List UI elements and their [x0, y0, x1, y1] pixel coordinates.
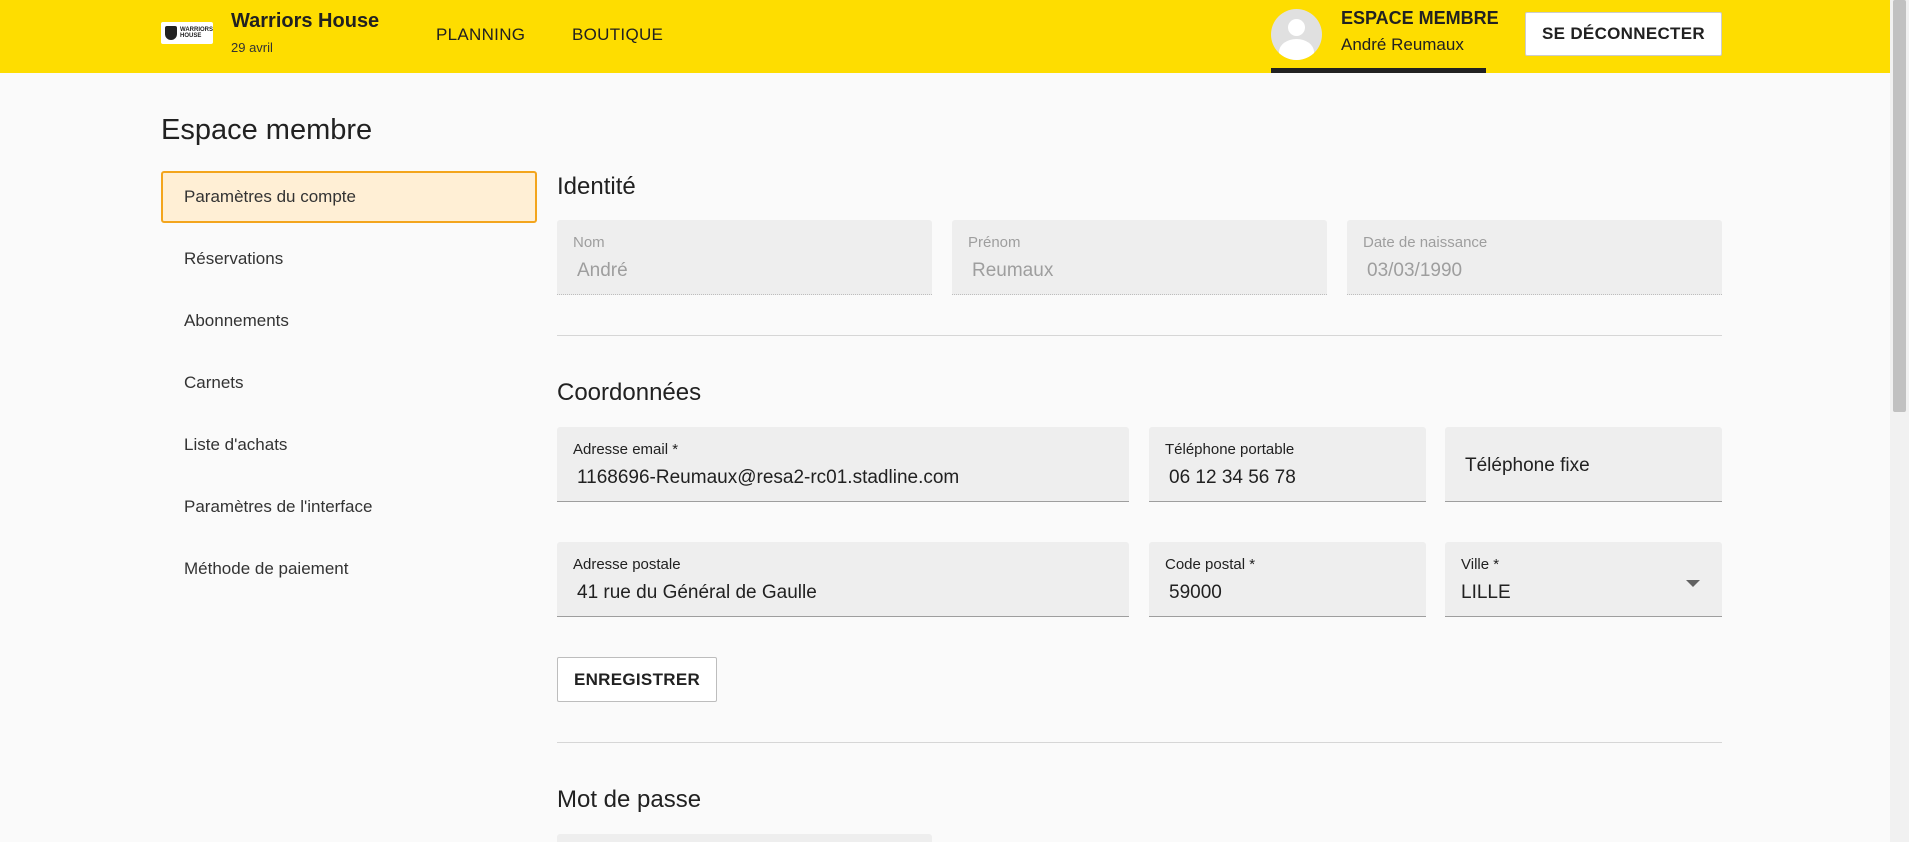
sidebar-item-reservations[interactable]: Réservations — [161, 233, 537, 285]
section-title-identity: Identité — [557, 173, 636, 200]
scrollbar-thumb[interactable] — [1893, 0, 1906, 412]
field-label: Prénom — [968, 234, 1021, 251]
city-select[interactable]: Ville * LILLE — [1445, 542, 1722, 617]
section-title-contact: Coordonnées — [557, 379, 702, 406]
top-header: WARRIORS HOUSE Warriors House 29 avril P… — [0, 0, 1890, 73]
postal-address-input[interactable]: 41 rue du Général de Gaulle — [577, 582, 1109, 604]
logout-button[interactable]: SE DÉCONNECTER — [1525, 12, 1722, 56]
field-label: Adresse email * — [573, 441, 679, 458]
field-label: Adresse postale — [573, 556, 681, 573]
password-field[interactable] — [557, 834, 932, 842]
postal-code-field[interactable]: Code postal * 59000 — [1149, 542, 1426, 617]
field-value: André — [577, 260, 628, 281]
sidebar-item-purchases[interactable]: Liste d'achats — [161, 419, 537, 471]
nav-planning[interactable]: PLANNING — [436, 25, 525, 45]
postal-address-field[interactable]: Adresse postale 41 rue du Général de Gau… — [557, 542, 1129, 617]
member-name: André Reumaux — [1341, 35, 1464, 54]
member-area-link[interactable]: ESPACE MEMBRE André Reumaux — [1271, 0, 1499, 73]
email-input[interactable]: 1168696-Reumaux@resa2-rc01.stadline.com — [577, 467, 1109, 489]
shield-icon — [165, 26, 177, 40]
page-title: Espace membre — [161, 114, 373, 146]
mobile-phone-input[interactable]: 06 12 34 56 78 — [1169, 467, 1406, 489]
postal-code-input[interactable]: 59000 — [1169, 582, 1406, 604]
prenom-field: Prénom Reumaux — [952, 220, 1327, 295]
field-label: Code postal * — [1165, 556, 1256, 573]
nav-boutique[interactable]: BOUTIQUE — [572, 25, 663, 45]
field-label: Téléphone portable — [1165, 441, 1295, 458]
sidebar-item-account-settings[interactable]: Paramètres du compte — [161, 171, 537, 223]
brand-logo[interactable]: WARRIORS HOUSE — [161, 22, 213, 44]
sidebar-item-booklets[interactable]: Carnets — [161, 357, 537, 409]
section-title-password: Mot de passe — [557, 786, 702, 813]
user-icon — [1288, 19, 1305, 36]
section-divider — [557, 742, 1722, 743]
logo-text: HOUSE — [180, 33, 202, 39]
mobile-phone-field[interactable]: Téléphone portable 06 12 34 56 78 — [1149, 427, 1426, 502]
nom-field: Nom André — [557, 220, 932, 295]
email-field[interactable]: Adresse email * 1168696-Reumaux@resa2-rc… — [557, 427, 1129, 502]
avatar — [1271, 9, 1322, 60]
chevron-down-icon[interactable] — [1686, 580, 1700, 587]
active-tab-indicator — [1271, 68, 1486, 73]
birthdate-field: Date de naissance 03/03/1990 — [1347, 220, 1722, 295]
sidebar-item-interface-settings[interactable]: Paramètres de l'interface — [161, 481, 537, 533]
city-selected-value: LILLE — [1461, 582, 1511, 603]
field-label: Ville * — [1461, 556, 1500, 573]
field-value: Reumaux — [972, 260, 1054, 281]
brand-name: Warriors House — [231, 10, 380, 32]
field-label: Date de naissance — [1363, 234, 1488, 251]
landline-phone-field[interactable]: Téléphone fixe — [1445, 427, 1722, 502]
section-divider — [557, 335, 1722, 336]
save-button[interactable]: ENREGISTRER — [557, 657, 717, 702]
sidebar-item-subscriptions[interactable]: Abonnements — [161, 295, 537, 347]
sidebar-item-payment-method[interactable]: Méthode de paiement — [161, 543, 537, 595]
brand-date: 29 avril — [231, 40, 273, 55]
page-scrollbar[interactable] — [1890, 0, 1909, 842]
landline-phone-input[interactable]: Téléphone fixe — [1465, 455, 1590, 477]
field-value: 03/03/1990 — [1367, 260, 1463, 281]
member-title: ESPACE MEMBRE — [1341, 8, 1499, 28]
field-label: Nom — [573, 234, 605, 251]
